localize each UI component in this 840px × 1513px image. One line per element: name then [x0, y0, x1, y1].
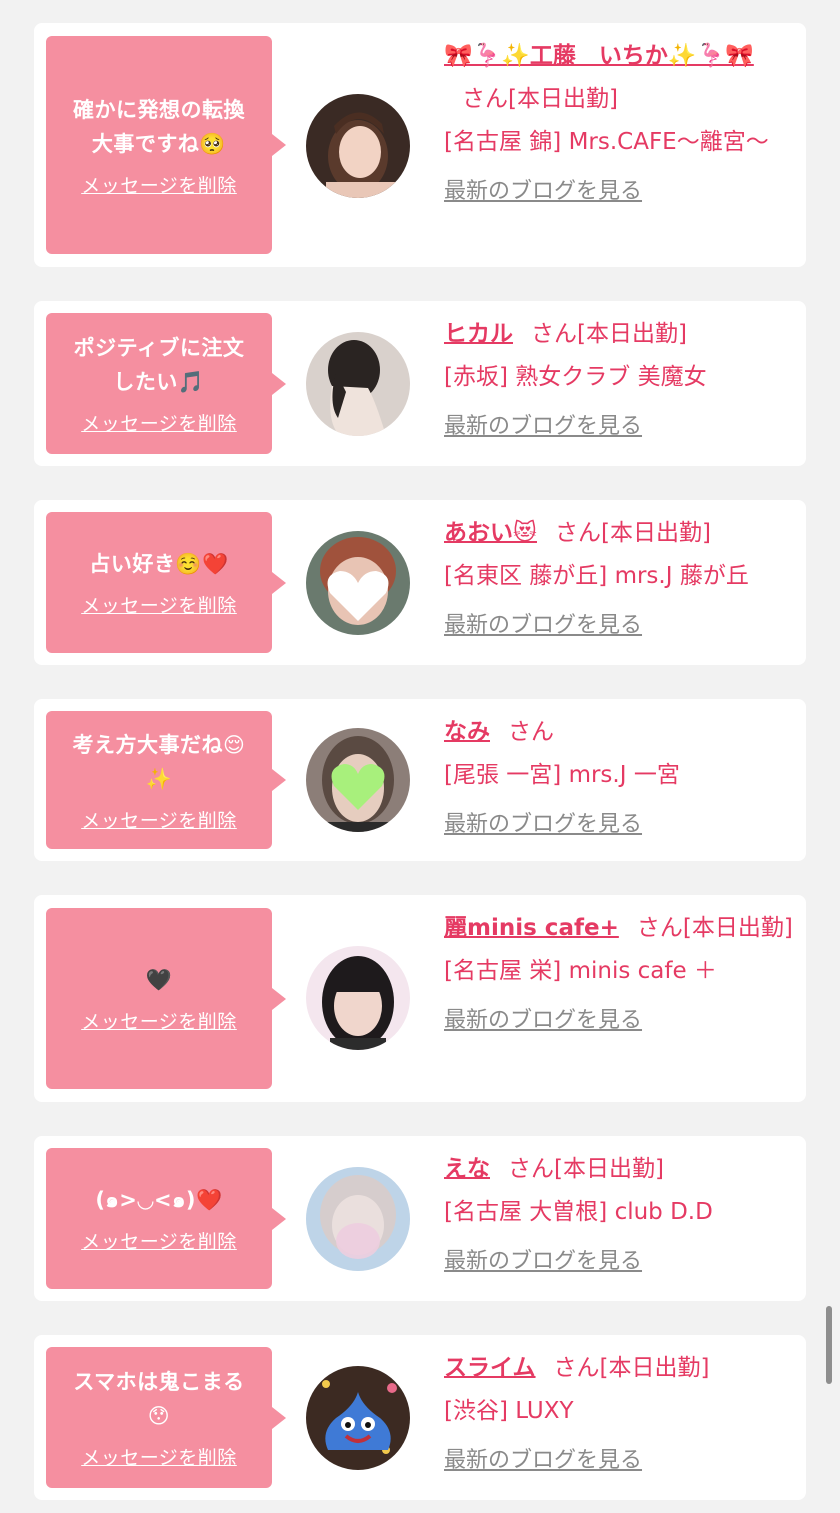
name-line: えな さん[本日出勤]: [444, 1148, 794, 1191]
message-bubble: ポジティブに注文 したい🎵 メッセージを削除: [46, 313, 272, 454]
shop-text: [渋谷] LUXY: [444, 1398, 574, 1424]
status-text: [本日出勤]: [508, 86, 618, 112]
latest-blog-link[interactable]: 最新のブログを見る: [444, 1439, 642, 1482]
cast-name-link[interactable]: ヒカル: [444, 321, 513, 347]
cast-name-link[interactable]: スライム: [444, 1355, 536, 1381]
name-line: 🎀🦩✨工藤 いちか✨🦩🎀 さん[本日出勤]: [444, 35, 794, 121]
status-text: [本日出勤]: [599, 1355, 710, 1381]
message-card: ポジティブに注文 したい🎵 メッセージを削除 ヒカル さん[本日出勤] [赤坂] …: [34, 301, 806, 466]
cast-avatar[interactable]: [306, 946, 410, 1050]
message-bubble: 確かに発想の転換 大事ですね🥺 メッセージを削除: [46, 36, 272, 254]
cast-name-link[interactable]: えな: [444, 1156, 490, 1182]
name-line: スライム さん[本日出勤]: [444, 1347, 794, 1390]
latest-blog-link[interactable]: 最新のブログを見る: [444, 604, 642, 647]
scrollbar-thumb[interactable]: [826, 1306, 832, 1384]
status-text: [本日出勤]: [577, 321, 687, 347]
shop-text: [名古屋 錦] Mrs.CAFE〜離宮〜: [444, 129, 769, 155]
message-bubble: 占い好き☺️❤️ メッセージを削除: [46, 512, 272, 653]
latest-blog-link[interactable]: 最新のブログを見る: [444, 803, 642, 846]
cast-avatar[interactable]: [306, 94, 410, 198]
shop-text: [名古屋 栄] minis cafe ＋: [444, 958, 717, 984]
status-text: [本日出勤]: [600, 520, 711, 546]
message-bubble: 考え方大事だね😌 ✨ メッセージを削除: [46, 711, 272, 849]
name-line: ヒカル さん[本日出勤]: [444, 313, 794, 356]
status-text: [本日出勤]: [554, 1156, 664, 1182]
delete-message-link[interactable]: メッセージを削除: [81, 1007, 237, 1034]
message-text: (๑>◡<๑)❤️: [95, 1188, 223, 1212]
delete-message-link[interactable]: メッセージを削除: [81, 806, 237, 833]
shop-text: [名古屋 大曽根] club D.D: [444, 1199, 713, 1225]
cast-avatar[interactable]: [306, 332, 410, 436]
message-text: 占い好き☺️❤️: [89, 552, 229, 576]
honorific: さん: [636, 915, 683, 941]
cast-avatar[interactable]: [306, 531, 410, 635]
delete-message-link[interactable]: メッセージを削除: [81, 1227, 237, 1254]
honorific: さん: [553, 1355, 600, 1381]
honorific: さん: [554, 520, 601, 546]
cast-info: スライム さん[本日出勤] [渋谷] LUXY 最新のブログを見る: [444, 1347, 794, 1482]
latest-blog-link[interactable]: 最新のブログを見る: [444, 170, 642, 213]
message-card: 🖤 メッセージを削除 麗minis cafe+ さん[本日出勤] [名古屋 栄] …: [34, 895, 806, 1102]
cast-info: あおい😻 さん[本日出勤] [名東区 藤が丘] mrs.J 藤が丘 最新のブログを…: [444, 512, 794, 647]
latest-blog-link[interactable]: 最新のブログを見る: [444, 999, 642, 1042]
message-bubble: (๑>◡<๑)❤️ メッセージを削除: [46, 1148, 272, 1289]
cast-name-link[interactable]: あおい😻: [444, 520, 537, 546]
honorific: さん: [508, 719, 554, 745]
message-card: 占い好き☺️❤️ メッセージを削除 あおい😻 さん[本日出勤] [名東区 藤が丘]…: [34, 500, 806, 665]
delete-message-link[interactable]: メッセージを削除: [81, 591, 237, 618]
status-text: [本日出勤]: [682, 915, 793, 941]
message-text: ポジティブに注文 したい🎵: [73, 336, 245, 394]
latest-blog-link[interactable]: 最新のブログを見る: [444, 405, 642, 448]
message-text: スマホは鬼こまる 😯: [73, 1370, 245, 1428]
message-card: 確かに発想の転換 大事ですね🥺 メッセージを削除 🎀🦩✨工藤 いちか✨🦩🎀さん[…: [34, 23, 806, 267]
message-text: 考え方大事だね😌 ✨: [72, 732, 246, 791]
message-card: (๑>◡<๑)❤️ メッセージを削除 えな さん[本日出勤] [名古屋 大曽根] …: [34, 1136, 806, 1301]
cast-info: なみ さん [尾張 一宮] mrs.J 一宮 最新のブログを見る: [444, 711, 794, 846]
cast-info: ヒカル さん[本日出勤] [赤坂] 熟女クラブ 美魔女 最新のブログを見る: [444, 313, 794, 448]
shop-text: [赤坂] 熟女クラブ 美魔女: [444, 364, 707, 390]
shop-text: [名東区 藤が丘] mrs.J 藤が丘: [444, 563, 749, 589]
message-text: 🖤: [145, 968, 173, 992]
message-card: スマホは鬼こまる 😯 メッセージを削除 スライム さん[本日出勤] [渋谷] LU…: [34, 1335, 806, 1500]
message-bubble: 🖤 メッセージを削除: [46, 908, 272, 1089]
delete-message-link[interactable]: メッセージを削除: [81, 409, 237, 436]
cast-info: 麗minis cafe+ さん[本日出勤] [名古屋 栄] minis cafe …: [444, 907, 794, 1042]
honorific: さん: [508, 1156, 554, 1182]
honorific: さん: [462, 86, 508, 112]
cast-avatar[interactable]: [306, 1167, 410, 1271]
cast-name-link[interactable]: なみ: [444, 719, 490, 745]
message-card: 考え方大事だね😌 ✨ メッセージを削除 なみ さん [尾張 一宮] mrs.J 一…: [34, 699, 806, 861]
cast-avatar[interactable]: [306, 1366, 410, 1470]
latest-blog-link[interactable]: 最新のブログを見る: [444, 1240, 642, 1283]
honorific: さん: [531, 321, 577, 347]
cast-info: 🎀🦩✨工藤 いちか✨🦩🎀 さん[本日出勤] [名古屋 錦] Mrs.CAFE〜離宮…: [444, 35, 794, 213]
shop-text: [尾張 一宮] mrs.J 一宮: [444, 762, 680, 788]
message-bubble: スマホは鬼こまる 😯 メッセージを削除: [46, 1347, 272, 1488]
message-text: 確かに発想の転換 大事ですね🥺: [73, 97, 245, 156]
cast-name-link[interactable]: 🎀🦩✨工藤 いちか✨🦩🎀: [444, 43, 754, 69]
name-line: あおい😻 さん[本日出勤]: [444, 512, 794, 555]
delete-message-link[interactable]: メッセージを削除: [81, 1443, 237, 1470]
cast-info: えな さん[本日出勤] [名古屋 大曽根] club D.D 最新のブログを見る: [444, 1148, 794, 1283]
name-line: 麗minis cafe+ さん[本日出勤]: [444, 907, 794, 950]
cast-name-link[interactable]: 麗minis cafe+: [444, 915, 619, 941]
name-line: なみ さん: [444, 711, 794, 754]
delete-message-link[interactable]: メッセージを削除: [81, 171, 237, 198]
cast-avatar[interactable]: [306, 728, 410, 832]
